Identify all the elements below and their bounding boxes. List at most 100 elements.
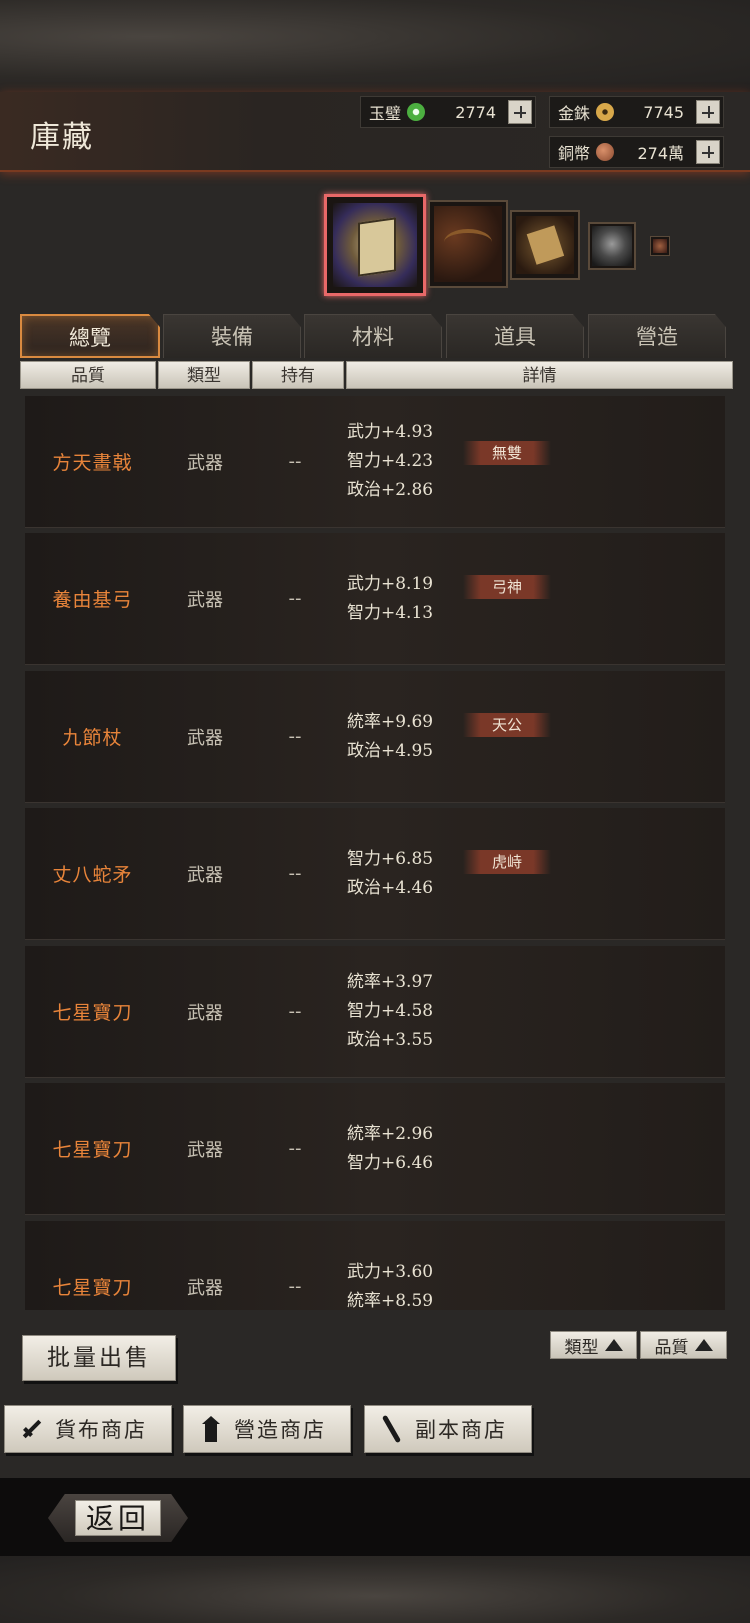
arrow-icon: [19, 1414, 45, 1444]
tab-items[interactable]: 道具: [446, 314, 584, 358]
bottom-decoration: [0, 1556, 750, 1623]
table-row[interactable]: 九節杖 武器 -- 統率+9.69 政治+4.95 天公: [25, 671, 725, 803]
stat-line: 統率+2.96: [347, 1123, 434, 1144]
column-type[interactable]: 類型: [158, 361, 250, 389]
sort-ascending-icon: [694, 1339, 713, 1351]
thumb-bow[interactable]: [428, 200, 508, 288]
item-stats: 智力+6.85 政治+4.46: [347, 808, 433, 939]
item-stats: 武力+4.93 智力+4.23 政治+2.86: [347, 396, 433, 527]
stat-line: 智力+6.85: [347, 848, 434, 869]
item-type: 武器: [187, 452, 223, 474]
item-type: 武器: [187, 1002, 223, 1024]
column-held[interactable]: 持有: [252, 361, 344, 389]
currency-jade: 玉璧 2774: [360, 96, 536, 128]
tab-equipment[interactable]: 裝備: [163, 314, 301, 358]
currency-name: 玉璧: [369, 104, 402, 123]
tab-overview[interactable]: 總覽: [20, 314, 160, 358]
item-stats: 武力+8.19 智力+4.13: [347, 533, 433, 664]
sort-by-type-button[interactable]: 類型: [550, 1331, 637, 1359]
construction-shop-button[interactable]: 營造商店: [183, 1405, 351, 1453]
item-held: --: [288, 1001, 302, 1022]
column-quality[interactable]: 品質: [20, 361, 156, 389]
stat-line: 智力+4.58: [347, 1001, 434, 1021]
item-held: --: [288, 588, 302, 609]
stat-line: 政治+4.46: [347, 877, 434, 898]
currency-value: 7745: [643, 102, 684, 122]
item-type: 武器: [187, 864, 223, 886]
stat-line: 智力+4.23: [347, 451, 434, 471]
add-copper-button[interactable]: [696, 140, 720, 164]
table-row[interactable]: 七星寶刀 武器 -- 統率+2.96 智力+6.46: [25, 1083, 725, 1215]
item-stats: 統率+2.96 智力+6.46: [347, 1083, 433, 1214]
tab-construction[interactable]: 營造: [588, 314, 726, 358]
thumb-horse[interactable]: [588, 222, 636, 270]
currency-value: 274萬: [637, 144, 684, 163]
item-type: 武器: [187, 1139, 223, 1161]
item-tag: 天公: [463, 713, 551, 737]
stat-line: 武力+8.19: [347, 573, 434, 594]
gold-coin-icon: [596, 103, 614, 121]
thumb-small[interactable]: [650, 236, 670, 256]
back-button[interactable]: 返回: [48, 1494, 188, 1542]
table-row[interactable]: 養由基弓 武器 -- 武力+8.19 智力+4.13 弓神: [25, 533, 725, 665]
item-type: 武器: [187, 1277, 223, 1299]
tower-icon: [198, 1414, 224, 1444]
item-type: 武器: [187, 727, 223, 749]
sort-label: 品質: [654, 1337, 689, 1358]
table-row[interactable]: 七星寶刀 武器 -- 統率+3.97 智力+4.58 政治+3.55: [25, 946, 725, 1078]
currency-value: 2774: [455, 102, 496, 122]
item-held: --: [288, 451, 302, 472]
item-stats: 統率+9.69 政治+4.95: [347, 671, 433, 802]
blade-icon: [379, 1414, 405, 1444]
batch-sell-button[interactable]: 批量出售: [22, 1335, 176, 1381]
item-held: --: [288, 726, 302, 747]
horse-icon: [592, 226, 632, 266]
table-row[interactable]: 七星寶刀 武器 -- 武力+3.60 統率+8.59: [25, 1221, 725, 1310]
item-name: 七星寶刀: [52, 1002, 133, 1024]
sort-by-quality-button[interactable]: 品質: [640, 1331, 727, 1359]
stat-line: 政治+3.55: [347, 1030, 434, 1050]
item-held: --: [288, 1276, 302, 1297]
item-icon: [653, 239, 667, 253]
item-held: --: [288, 1138, 302, 1159]
stat-line: 政治+4.95: [347, 740, 434, 761]
stat-line: 智力+4.13: [347, 602, 434, 623]
currency-name: 銅幣: [558, 144, 591, 163]
item-tag: 弓神: [463, 575, 551, 599]
top-decoration: [0, 0, 750, 92]
table-row[interactable]: 方天畫戟 武器 -- 武力+4.93 智力+4.23 政治+2.86 無雙: [25, 396, 725, 528]
stat-line: 統率+3.97: [347, 972, 434, 992]
item-name: 七星寶刀: [52, 1277, 133, 1299]
item-name: 九節杖: [62, 727, 123, 749]
shop-label: 營造商店: [234, 1418, 326, 1442]
thumb-scroll[interactable]: [510, 210, 580, 280]
item-name: 丈八蛇矛: [52, 864, 133, 886]
thumb-book[interactable]: [324, 194, 426, 296]
stat-line: 武力+4.93: [347, 422, 434, 442]
tab-materials[interactable]: 材料: [304, 314, 442, 358]
scroll-icon: [516, 216, 574, 274]
shop-label: 貨布商店: [55, 1418, 147, 1442]
sort-label: 類型: [564, 1337, 599, 1358]
add-jade-button[interactable]: [508, 100, 532, 124]
table-row[interactable]: 丈八蛇矛 武器 -- 智力+6.85 政治+4.46 虎峙: [25, 808, 725, 940]
stat-line: 武力+3.60: [347, 1261, 434, 1282]
add-gold-button[interactable]: [696, 100, 720, 124]
stat-line: 智力+6.46: [347, 1152, 434, 1173]
stat-line: 統率+8.59: [347, 1290, 434, 1311]
item-stats: 武力+3.60 統率+8.59: [347, 1221, 434, 1311]
item-name: 七星寶刀: [52, 1139, 133, 1161]
item-tag: 無雙: [463, 441, 551, 465]
dungeon-shop-button[interactable]: 副本商店: [364, 1405, 532, 1453]
item-list[interactable]: 方天畫戟 武器 -- 武力+4.93 智力+4.23 政治+2.86 無雙 養由…: [25, 396, 725, 1310]
copper-coin-icon: [596, 143, 614, 161]
currency-copper: 銅幣 274萬: [549, 136, 724, 168]
column-details: 詳情: [346, 361, 733, 389]
page-title: 庫藏: [30, 120, 94, 155]
currency-shop-button[interactable]: 貨布商店: [4, 1405, 172, 1453]
item-tag: 虎峙: [463, 850, 551, 874]
item-type: 武器: [187, 589, 223, 611]
stat-line: 政治+2.86: [347, 480, 434, 500]
jade-coin-icon: [407, 103, 425, 121]
item-held: --: [288, 863, 302, 884]
